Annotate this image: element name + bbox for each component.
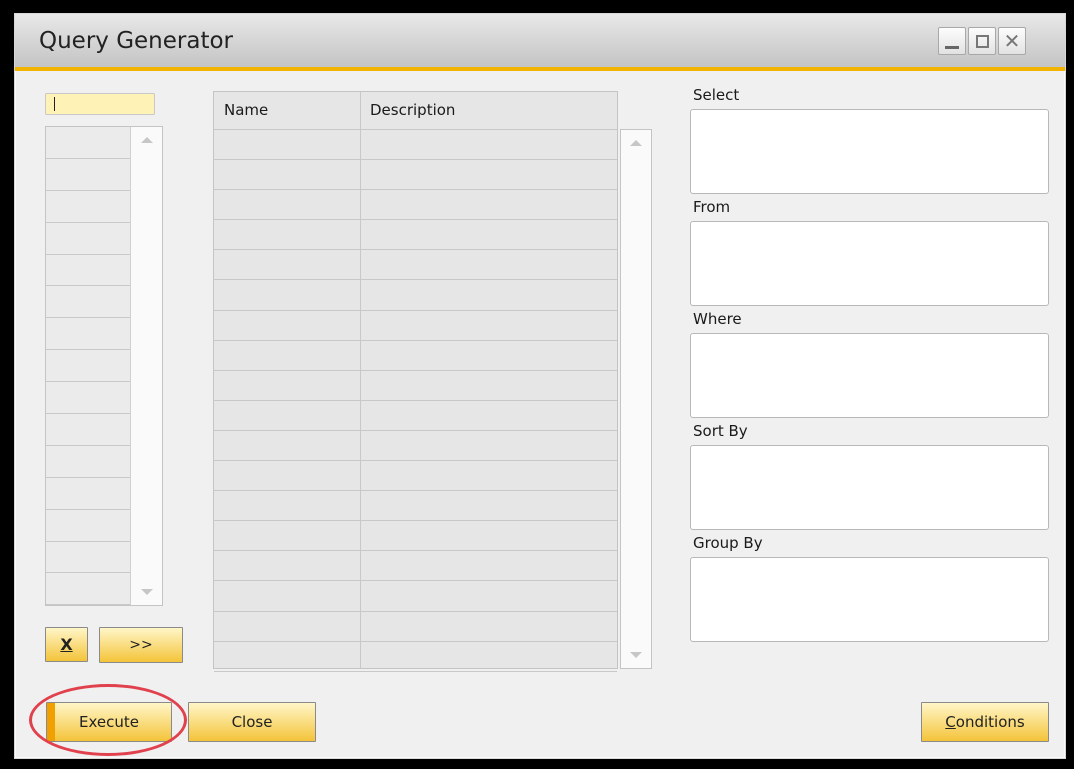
execute-button-label: Execute [79,713,139,731]
title-bar[interactable]: Query Generator ✕ [15,14,1065,71]
table-list-row[interactable] [46,477,130,510]
from-label: From [693,198,731,216]
close-button[interactable]: Close [188,702,316,742]
grid-row[interactable] [214,581,617,612]
add-table-button[interactable]: >> [99,627,183,663]
minimize-icon [945,45,959,49]
grid-row[interactable] [214,521,617,552]
table-list-row[interactable] [46,286,130,319]
grid-row[interactable] [214,612,617,642]
group-by-label: Group By [693,534,763,552]
table-list-row[interactable] [46,445,130,478]
fields-grid-scrollbar[interactable] [620,129,652,669]
window-title: Query Generator [39,28,234,54]
table-list-row[interactable] [46,382,130,415]
table-list-row[interactable] [46,509,130,542]
grid-row[interactable] [214,160,617,191]
sort-by-field[interactable] [690,445,1049,530]
grid-header: Name Description [214,92,617,130]
select-field[interactable] [690,109,1049,194]
table-list-row[interactable] [46,318,130,351]
conditions-button-label: Conditions [945,713,1025,731]
text-caret [54,97,55,111]
maximize-icon [975,34,989,48]
select-label: Select [693,86,740,104]
scroll-up-icon[interactable] [140,137,153,143]
table-list-row[interactable] [46,158,130,191]
table-list-row[interactable] [46,414,130,446]
grid-row[interactable] [214,341,617,371]
table-list-row[interactable] [46,127,130,159]
where-field[interactable] [690,333,1049,418]
table-list-row[interactable] [46,254,130,287]
conditions-button[interactable]: Conditions [921,702,1049,742]
close-window-button[interactable]: ✕ [998,27,1026,55]
sort-by-label: Sort By [693,422,748,440]
execute-button[interactable]: Execute [46,702,172,742]
grid-row[interactable] [214,130,617,161]
from-field[interactable] [690,221,1049,306]
table-list-row[interactable] [46,573,130,606]
scroll-up-icon[interactable] [630,140,642,146]
grid-row[interactable] [214,371,617,401]
tables-search-input[interactable] [45,93,155,115]
grid-row[interactable] [214,431,617,462]
table-list-row[interactable] [46,350,130,383]
close-button-label: Close [231,713,273,731]
group-by-field[interactable] [690,557,1049,642]
tables-list-rows [46,127,130,606]
grid-row[interactable] [214,311,617,341]
where-label: Where [693,310,742,328]
grid-row[interactable] [214,642,617,672]
grid-row[interactable] [214,280,617,311]
grid-row[interactable] [214,551,617,582]
remove-table-button[interactable]: X [45,627,88,662]
grid-body [214,130,617,672]
fields-grid[interactable]: Name Description [213,91,618,672]
tables-list[interactable] [45,126,163,606]
close-icon: ✕ [1003,29,1021,53]
maximize-button[interactable] [968,27,996,55]
grid-row[interactable] [214,461,617,492]
column-header-name[interactable]: Name [224,101,268,119]
minimize-button[interactable] [938,27,966,55]
table-list-row[interactable] [46,222,130,255]
scroll-down-icon[interactable] [630,652,642,658]
grid-row[interactable] [214,190,617,221]
grid-row[interactable] [214,220,617,251]
scroll-down-icon[interactable] [140,589,153,595]
grid-row[interactable] [214,401,617,431]
grid-row[interactable] [214,491,617,522]
grid-row[interactable] [214,250,617,281]
query-generator-window: Query Generator ✕ X >> Name Description [14,13,1066,759]
table-list-row[interactable] [46,190,130,223]
column-header-description[interactable]: Description [370,101,455,119]
table-list-row[interactable] [46,541,130,574]
tables-list-scrollbar[interactable] [130,127,162,605]
